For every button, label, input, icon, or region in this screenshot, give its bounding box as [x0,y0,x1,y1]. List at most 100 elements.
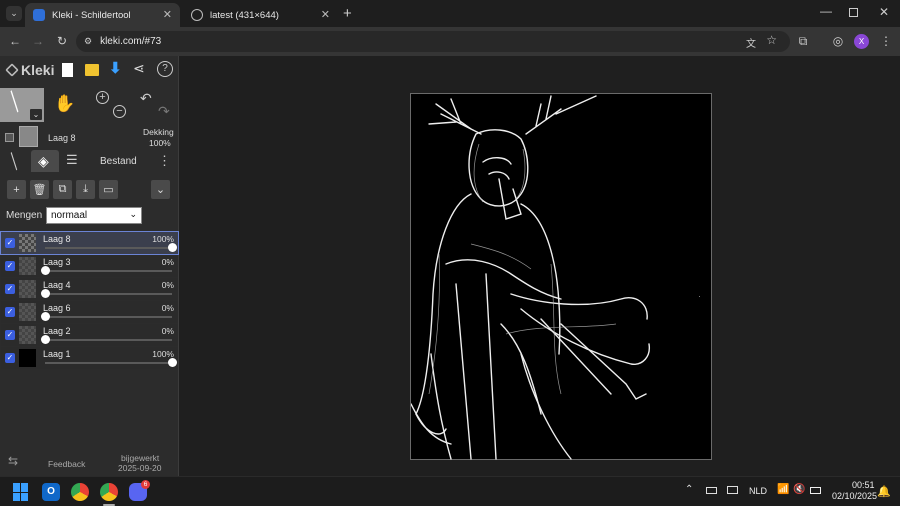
layer-row[interactable]: ✓ Laag 3 0% [1,255,178,277]
windows-start-icon[interactable] [13,483,31,501]
layer-opacity-slider-handle[interactable] [40,312,50,321]
rename-layer-button[interactable]: ▭ [99,180,118,199]
layer-opacity-value: 0% [161,326,174,336]
layer-row[interactable]: ✓ Laag 4 0% [1,278,178,300]
opacity-label: Dekking [143,127,174,137]
tab-kleki[interactable]: Kleki - Schildertool ✕ [25,3,180,27]
layer-thumbnail [19,303,36,321]
undo-icon[interactable]: ↶ [140,90,152,107]
site-info-icon[interactable]: ⚙ [84,36,92,47]
layer-opacity-slider[interactable] [45,339,172,341]
translate-icon[interactable]: 文 [746,35,756,50]
share-icon[interactable]: ⋖ [133,60,145,77]
layers-icon: ◈ [38,153,49,169]
layer-opacity-slider[interactable] [45,293,172,295]
open-folder-icon[interactable] [85,64,99,76]
tab-adjust[interactable]: ☰ [66,152,78,168]
layer-opacity-slider[interactable] [45,362,172,364]
minimize-icon[interactable]: — [820,4,832,18]
layer-name: Laag 1 [43,349,71,359]
wifi-icon[interactable]: 📶 [777,484,789,495]
layer-visibility-checkbox[interactable]: ✓ [5,353,15,363]
display-icon[interactable] [727,486,738,494]
layer-visibility-checkbox[interactable]: ✓ [5,261,15,271]
battery-icon[interactable] [810,487,821,494]
close-window-icon[interactable]: ✕ [879,5,889,19]
chrome-icon[interactable] [71,483,89,501]
layer-opacity-slider[interactable] [45,270,172,272]
sync-icon[interactable]: ◎ [830,33,846,49]
browser-tab-strip: ⌄ Kleki - Schildertool ✕ latest (431×644… [0,0,900,27]
download-icon[interactable]: ⬇ [109,59,122,77]
layer-opacity-slider-handle[interactable] [40,335,50,344]
more-options-icon[interactable]: ⋮ [158,153,171,169]
layer-opacity-slider-handle[interactable] [167,243,177,252]
layer-opacity-slider-handle[interactable] [40,289,50,298]
delete-layer-button[interactable]: 🗑 [30,180,49,199]
drawing-canvas[interactable] [410,93,712,460]
layer-row[interactable]: ✓ Laag 6 0% [1,301,178,323]
layer-visibility-checkbox[interactable]: ✓ [5,330,15,340]
layer-menu-dropdown[interactable]: ⌄ [151,180,170,199]
layer-visibility-checkbox[interactable]: ✓ [5,238,15,248]
kleki-favicon [33,9,45,21]
bookmark-star-icon[interactable]: ☆ [766,33,777,47]
close-tab-icon[interactable]: ✕ [321,8,330,21]
volume-muted-icon[interactable]: 🔇 [793,484,805,495]
brush-tool-button[interactable]: ╱ ⌄ [0,88,44,122]
zoom-out-icon[interactable]: − [113,105,126,118]
help-icon[interactable]: ? [157,61,173,77]
reload-icon[interactable]: ↻ [54,33,70,49]
notification-bell-icon[interactable]: 🔔 [877,485,891,498]
tab-latest[interactable]: latest (431×644) ✕ [183,3,338,27]
brush-icon: ╱ [5,152,23,170]
layer-visibility-checkbox[interactable]: ✓ [5,284,15,294]
current-layer-checkbox[interactable] [5,133,14,142]
layer-row[interactable]: ✓ Laag 1 100% [1,347,178,369]
feedback-link[interactable]: Feedback [48,459,85,469]
redo-icon[interactable]: ↷ [158,103,170,120]
extensions-icon[interactable]: ⧉ [795,33,811,49]
clock-date[interactable]: 02/10/2025 [832,491,877,501]
layer-opacity-slider[interactable] [45,316,172,318]
language-indicator[interactable]: NLD [749,486,767,496]
layer-row[interactable]: ✓ Laag 8 100% [0,231,179,255]
close-tab-icon[interactable]: ✕ [163,8,172,21]
layer-opacity-slider-handle[interactable] [167,358,177,367]
url-text: kleki.com/#73 [100,36,162,47]
restore-icon[interactable] [849,8,858,17]
layer-opacity-slider[interactable] [45,247,172,249]
tab-layers[interactable]: ◈ [31,150,59,172]
merge-down-button[interactable]: ⤓ [76,180,95,199]
tab-brush[interactable]: ╱ [4,151,28,173]
tab-search-button[interactable]: ⌄ [6,6,22,21]
canvas-area[interactable] [179,56,900,476]
keyboard-icon[interactable] [706,487,717,494]
blend-mode-select[interactable]: normaal ⌄ [46,207,142,224]
swap-sidebar-icon[interactable]: ⇆ [8,454,18,468]
windows-taskbar: O 6 ⌃ NLD 📶 🔇 00:51 02/10/2025 🔔 [0,476,900,506]
layer-visibility-checkbox[interactable]: ✓ [5,307,15,317]
outlook-icon[interactable]: O [42,483,60,501]
forward-icon[interactable]: → [30,33,46,49]
tab-file[interactable]: Bestand [100,156,137,167]
add-layer-button[interactable]: + [7,180,26,199]
clock-time[interactable]: 00:51 [852,480,875,490]
chrome-profile-icon[interactable] [100,483,118,501]
layer-thumbnail [19,349,36,367]
zoom-in-icon[interactable]: + [96,91,109,104]
canvas-speck [699,296,700,297]
back-icon[interactable]: ← [7,33,23,49]
layer-row[interactable]: ✓ Laag 2 0% [1,324,178,346]
profile-avatar[interactable]: X [854,34,869,49]
hand-tool-icon[interactable]: ✋ [54,94,75,114]
new-image-icon[interactable] [62,63,73,77]
chevron-up-icon[interactable]: ⌃ [685,484,693,495]
new-tab-button[interactable]: + [343,5,352,22]
layer-opacity-slider-handle[interactable] [40,266,50,275]
kleki-logo-text: Kleki [21,62,55,78]
address-bar[interactable]: ⚙ kleki.com/#73 文 ☆ [76,31,790,52]
duplicate-layer-button[interactable]: ⧉ [53,180,72,199]
tool-dropdown-icon[interactable]: ⌄ [30,109,42,120]
browser-menu-icon[interactable]: ⋮ [878,33,894,49]
